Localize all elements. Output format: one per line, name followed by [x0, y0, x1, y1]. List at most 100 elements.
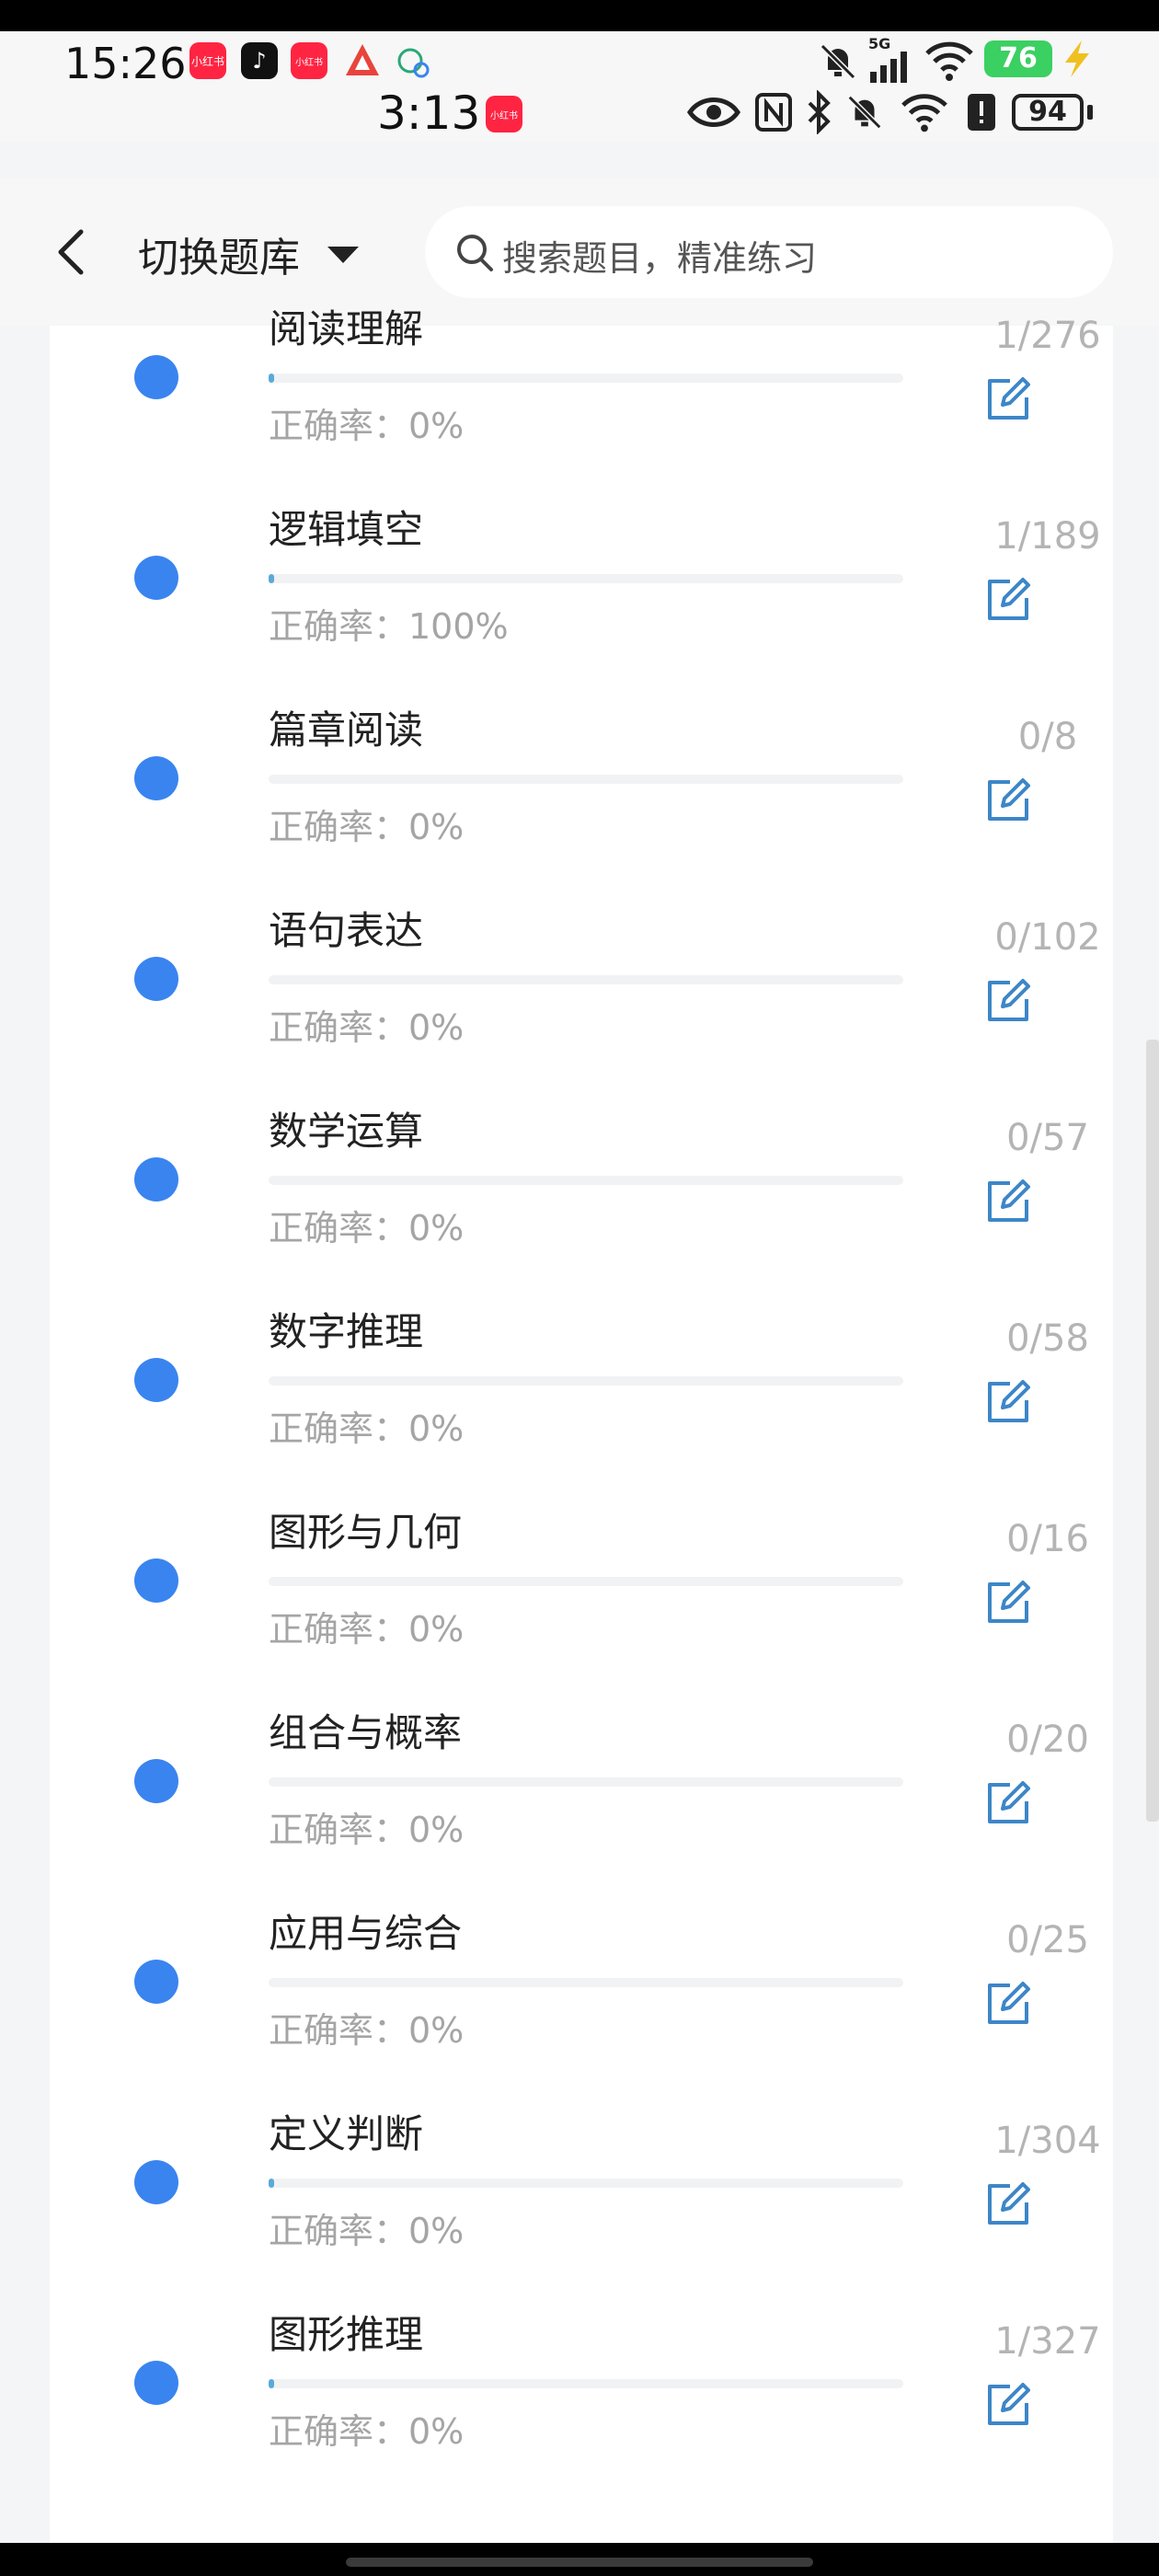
progress-track: [269, 574, 903, 583]
eye-icon: [686, 92, 741, 136]
category-dot-icon: [134, 2160, 178, 2204]
home-indicator[interactable]: [346, 2558, 813, 2567]
progress-track: [269, 2179, 903, 2188]
progress-track: [269, 1176, 903, 1185]
progress-fill: [269, 2179, 274, 2188]
accuracy-rate: 正确率：0%: [269, 406, 465, 446]
caret-down-icon[interactable]: [327, 247, 359, 263]
category-row[interactable]: 图形推理 正确率：0% 1/327: [50, 2283, 1113, 2484]
category-list: 阅读理解 正确率：0% 1/276 逻辑填空 正确率：100% 1/189 篇章阅读 正确率：…: [50, 306, 1113, 2543]
app-triangle-icon: [342, 40, 383, 85]
category-row[interactable]: 数学运算正确率：0% 0/57: [50, 1080, 1113, 1281]
category-title: 定义判断: [269, 2111, 424, 2156]
category-title: 篇章阅读: [269, 707, 424, 753]
question-count: 0/57: [1006, 1117, 1089, 1159]
practice-edit-icon[interactable]: [982, 975, 1034, 1027]
accuracy-rate: 正确率：100%: [269, 606, 509, 647]
accuracy-rate: 正确率：0%: [269, 1007, 465, 1048]
search-icon: [454, 232, 495, 276]
xiaohongshu-app-icon-3: 小红书: [486, 96, 522, 132]
category-dot-icon: [134, 1157, 178, 1202]
progress-track: [269, 1978, 903, 1987]
category-dot-icon: [134, 756, 178, 800]
signal-icon: [868, 52, 909, 86]
xiaohongshu-app-icon-2: 小红书: [291, 42, 327, 79]
wifi-icon: [924, 40, 975, 85]
practice-edit-icon[interactable]: [982, 1777, 1034, 1829]
tiktok-app-icon: ♪: [241, 42, 278, 79]
accuracy-rate: 正确率：0%: [269, 2411, 465, 2452]
category-row[interactable]: 数字推理正确率：0% 0/58: [50, 1281, 1113, 1481]
category-title: 数学运算: [269, 1109, 424, 1154]
category-row[interactable]: 阅读理解 正确率：0% 1/276: [50, 278, 1113, 478]
question-count: 1/304: [994, 2120, 1101, 2162]
accuracy-rate: 正确率：0%: [269, 1810, 465, 1850]
back-button[interactable]: [53, 226, 90, 278]
practice-edit-icon[interactable]: [982, 1577, 1034, 1628]
progress-track: [269, 975, 903, 984]
progress-fill: [269, 374, 274, 383]
category-dot-icon: [134, 1358, 178, 1402]
accuracy-rate: 正确率：0%: [269, 1409, 465, 1449]
battery-level-secondary: 94: [1012, 94, 1084, 131]
screen: 15:26 小红书 ♪ 小红书 3:13 小红书 5G 76 94 切换题库 搜…: [0, 0, 1159, 2576]
progress-track: [269, 1376, 903, 1386]
bluetooth-icon: [804, 89, 833, 138]
switch-bank-button[interactable]: 切换题库: [138, 224, 300, 283]
practice-edit-icon[interactable]: [982, 1176, 1034, 1227]
practice-edit-icon[interactable]: [982, 1376, 1034, 1428]
question-count: 0/20: [1006, 1719, 1089, 1761]
category-row[interactable]: 逻辑填空正确率：100% 1/189: [50, 478, 1113, 679]
category-dot-icon: [134, 1558, 178, 1603]
practice-edit-icon[interactable]: [982, 374, 1034, 425]
practice-edit-icon[interactable]: [982, 1978, 1034, 2030]
category-title: 应用与综合: [269, 1911, 463, 1956]
practice-edit-icon[interactable]: [982, 574, 1034, 626]
progress-track: [269, 374, 903, 383]
status-time-secondary: 3:13: [377, 86, 481, 140]
xiaohongshu-app-icon: 小红书: [189, 42, 226, 79]
status-time: 15:26: [64, 39, 187, 88]
question-count: 0/8: [1017, 716, 1078, 758]
progress-track: [269, 1777, 903, 1787]
wifi-icon-2: [900, 92, 949, 136]
category-row[interactable]: 图形与几何 正确率：0% 0/16: [50, 1481, 1113, 1682]
category-dot-icon: [134, 556, 178, 600]
search-placeholder: 搜索题目，精准练习: [502, 238, 818, 279]
accuracy-rate: 正确率：0%: [269, 1208, 465, 1248]
question-count: 0/16: [1006, 1518, 1089, 1560]
practice-edit-icon[interactable]: [982, 2379, 1034, 2431]
question-count: 0/58: [1006, 1317, 1089, 1360]
category-row[interactable]: 组合与概率 正确率：0% 0/20: [50, 1682, 1113, 1882]
category-dot-icon: [134, 957, 178, 1001]
category-title: 语句表达: [269, 908, 424, 953]
scrollbar-thumb[interactable]: [1146, 1040, 1159, 1822]
question-count: 0/102: [994, 916, 1101, 959]
mute-bell-icon: [817, 40, 859, 86]
category-dot-icon: [134, 1759, 178, 1803]
accuracy-rate: 正确率：0%: [269, 2211, 465, 2251]
nfc-icon: [754, 92, 793, 136]
progress-track: [269, 2379, 903, 2388]
category-dot-icon: [134, 2361, 178, 2405]
question-count: 1/189: [994, 515, 1101, 558]
alert-icon: [966, 92, 997, 136]
category-dot-icon: [134, 1960, 178, 2004]
practice-edit-icon[interactable]: [982, 775, 1034, 826]
category-row[interactable]: 应用与综合 正确率：0% 0/25: [50, 1882, 1113, 2083]
mute-bell-icon-2: [844, 92, 885, 136]
accuracy-rate: 正确率：0%: [269, 2010, 465, 2051]
category-row[interactable]: 定义判断正确率：0% 1/304: [50, 2083, 1113, 2283]
status-bar: 15:26 小红书 ♪ 小红书 3:13 小红书 5G 76 94: [0, 31, 1159, 142]
category-title: 逻辑填空: [269, 507, 424, 552]
category-row[interactable]: 篇章阅读正确率：0% 0/8: [50, 679, 1113, 880]
category-title: 数字推理: [269, 1309, 424, 1354]
category-row[interactable]: 语句表达正确率：0% 0/102: [50, 880, 1113, 1080]
progress-track: [269, 1577, 903, 1586]
practice-edit-icon[interactable]: [982, 2179, 1034, 2230]
category-dot-icon: [134, 355, 178, 399]
question-count: 1/327: [994, 2320, 1101, 2363]
accuracy-rate: 正确率：0%: [269, 807, 465, 847]
progress-fill: [269, 2379, 274, 2388]
charging-icon: [1058, 39, 1095, 83]
